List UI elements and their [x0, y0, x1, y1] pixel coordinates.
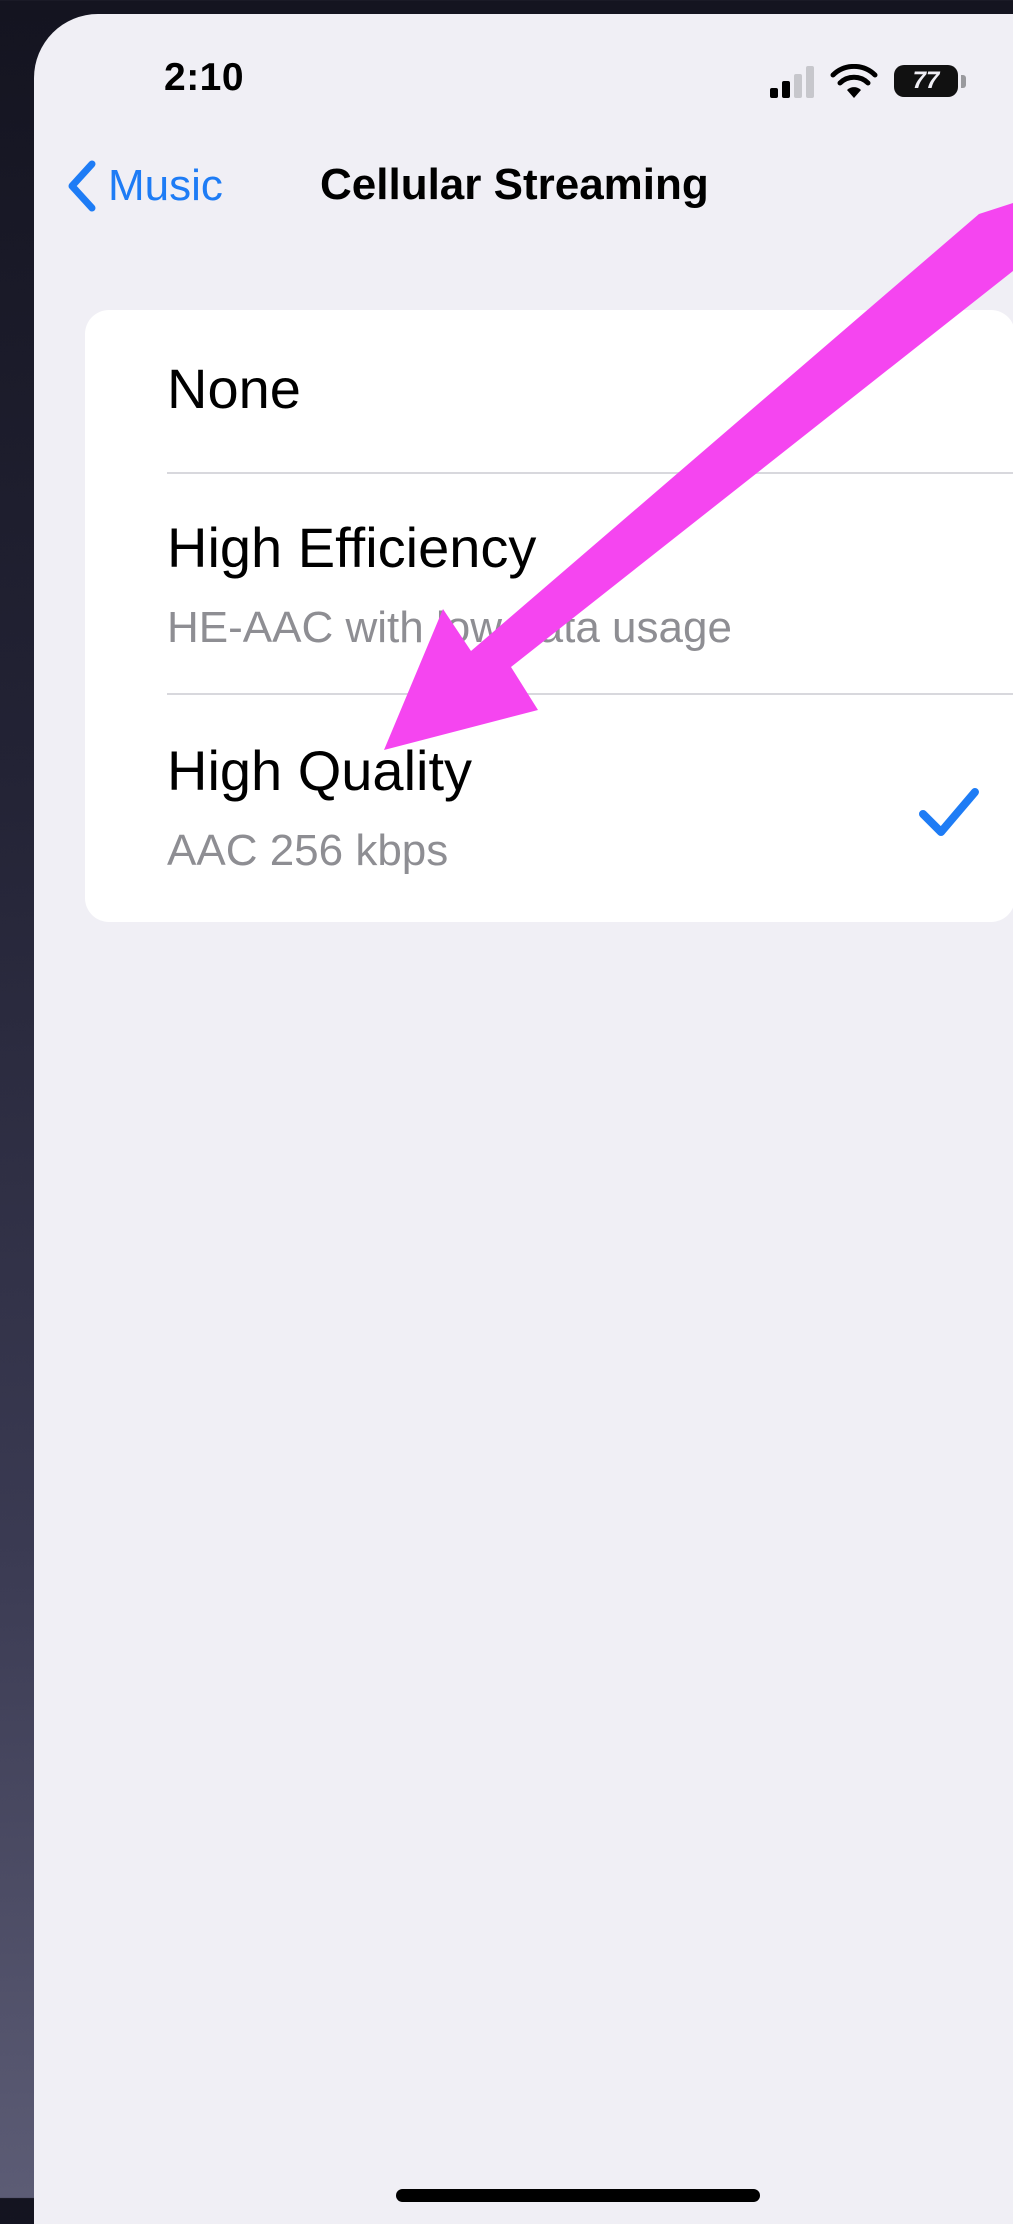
status-time: 2:10 [164, 56, 245, 99]
status-bar: 2:10 77 [34, 14, 1013, 124]
wifi-icon [830, 64, 878, 98]
option-subtitle: AAC 256 kbps [167, 826, 449, 875]
page-title: Cellular Streaming [320, 160, 709, 209]
option-title: High Efficiency [167, 516, 537, 579]
battery-icon: 77 [894, 64, 972, 100]
option-title: High Quality [167, 739, 473, 802]
option-none[interactable]: None [85, 310, 1013, 472]
back-button[interactable]: Music [64, 158, 223, 214]
chevron-left-icon [68, 160, 96, 212]
option-subtitle: HE-AAC with low data usage [167, 603, 732, 652]
signal-icon [770, 66, 814, 98]
streaming-options-list: None High Efficiency HE-AAC with low dat… [85, 310, 1013, 922]
option-title: None [167, 357, 301, 420]
option-high-quality[interactable]: High Quality AAC 256 kbps [85, 694, 1013, 922]
settings-screen: 2:10 77 Music Cellular Streaming None Hi… [34, 14, 1013, 2224]
option-high-efficiency[interactable]: High Efficiency HE-AAC with low data usa… [85, 473, 1013, 693]
battery-level: 77 [894, 65, 958, 97]
back-button-label: Music [108, 161, 223, 210]
status-icons: 77 [768, 64, 1008, 104]
battery-cap [961, 75, 966, 88]
navigation-bar: Music Cellular Streaming [34, 134, 1013, 234]
home-indicator[interactable] [396, 2189, 760, 2202]
checkmark-icon [919, 788, 979, 836]
